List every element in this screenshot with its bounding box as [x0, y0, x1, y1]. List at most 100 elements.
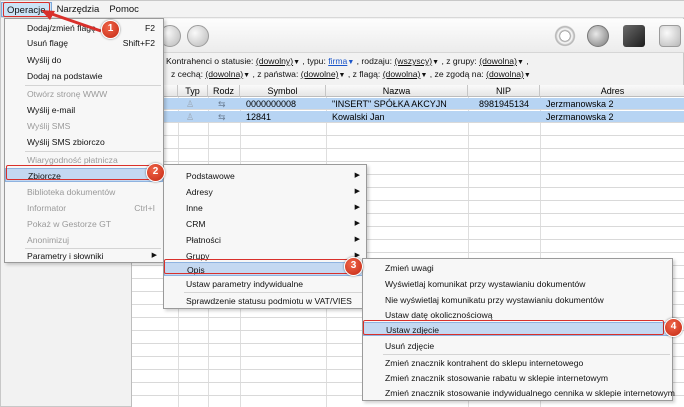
filter-zgoda-value[interactable]: (dowolna) — [486, 69, 524, 79]
column-header-adres[interactable]: Adres — [540, 85, 684, 97]
filter-line-1: Kontrahenci o statusie: (dowolny)▼ , typ… — [166, 56, 529, 66]
dropdown-arrow-icon: ▼ — [420, 72, 428, 79]
opis-item-nie-wyswietlaj-komunikatu[interactable]: Nie wyświetlaj komunikatu przy wystawian… — [363, 293, 672, 307]
filter-status-label: Kontrahenci o statusie: — [166, 56, 254, 66]
cell-nazwa: "INSERT" SPÓŁKA AKCYJN — [332, 99, 447, 109]
submenu-item-podstawowe[interactable]: Podstawowe ▶ — [164, 169, 366, 183]
eraser-icon[interactable] — [659, 25, 681, 47]
filter-rodzaj-label: , rodzaju: — [356, 56, 393, 66]
callout-badge-3: 3 — [344, 257, 363, 276]
submenu-item-inne[interactable]: Inne ▶ — [164, 201, 366, 215]
menu-item-wyslij-sms-zbiorczo[interactable]: Wyślij SMS zbiorczo — [5, 135, 163, 149]
menu-item-otworz-www[interactable]: Otwórz stronę WWW — [5, 87, 163, 101]
column-header-rodz[interactable]: Rodz — [208, 85, 240, 97]
opis-item-wyswietlaj-komunikat[interactable]: Wyświetlaj komunikat przy wystawianiu do… — [363, 277, 672, 291]
submenu-arrow-icon: ▶ — [354, 220, 360, 227]
opis-item-znacznik-rabat[interactable]: Zmień znacznik stosowanie rabatu w sklep… — [363, 371, 672, 385]
menu-narzedzia[interactable]: Narzędzia — [52, 2, 105, 17]
filter-typ-label: , typu: — [302, 56, 326, 66]
menu-item-anonimizuj[interactable]: Anonimizuj — [5, 233, 163, 247]
table-row[interactable] — [132, 137, 684, 149]
globe-icon[interactable] — [587, 25, 609, 47]
filter-grupa-label: , z grupy: — [441, 56, 477, 66]
highlight-operacje — [3, 2, 50, 17]
table-row[interactable] — [132, 150, 684, 162]
menu-item-wyslij-email[interactable]: Wyślij e-mail — [5, 103, 163, 117]
filter-rodzaj-value[interactable]: (wszyscy) — [394, 56, 432, 66]
operacje-menu: Dodaj/zmień flagę F2 Usuń flagę Shift+F2 W… — [4, 18, 164, 263]
cell-symbol: 12841 — [246, 112, 272, 122]
menu-item-wyslij-sms[interactable]: Wyślij SMS — [5, 119, 163, 133]
menu-item-informator[interactable]: Informator Ctrl+I — [5, 201, 163, 215]
box-icon[interactable] — [623, 25, 645, 47]
column-header-symbol[interactable]: Symbol — [240, 85, 326, 97]
menu-separator — [25, 151, 161, 152]
cell-nazwa: Kowalski Jan — [332, 112, 385, 122]
callout-badge-2: 2 — [146, 163, 165, 182]
opis-item-zmien-uwagi[interactable]: Zmień uwagi — [363, 261, 672, 275]
filter-flaga-value[interactable]: (dowolna) — [383, 69, 421, 79]
menu-item-biblioteka[interactable]: Biblioteka dokumentów — [5, 185, 163, 199]
opis-item-usun-zdjecie[interactable]: Usuń zdjęcie — [363, 339, 672, 353]
highlight-ustaw-zdjecie — [363, 320, 664, 335]
filter-status-value[interactable]: (dowolny) — [256, 56, 293, 66]
menu-separator — [383, 354, 670, 355]
edit-icon[interactable] — [187, 25, 209, 47]
menu-item-dodaj-na-podstawie[interactable]: Dodaj na podstawie — [5, 69, 163, 83]
highlight-zbiorcze — [6, 165, 159, 180]
loading-icon[interactable] — [554, 25, 576, 47]
filter-zgoda-label: , ze zgodą na: — [429, 69, 484, 79]
column-header-typ[interactable]: Typ — [178, 85, 208, 97]
arrows-icon: ⇆ — [218, 99, 226, 109]
grid-header: S Typ Rodz Symbol Nazwa NIP Adres — [132, 85, 684, 97]
submenu-item-adresy[interactable]: Adresy ▶ — [164, 185, 366, 199]
menu-item-pokaz-gestor[interactable]: Pokaż w Gestorze GT — [5, 217, 163, 231]
submenu-item-ustaw-parametry[interactable]: Ustaw parametry indywidualne — [164, 277, 366, 291]
filter-panstwo-value[interactable]: (dowolne) — [301, 69, 339, 79]
submenu-item-platnosci[interactable]: Płatności ▶ — [164, 233, 366, 247]
toolbar — [131, 19, 684, 53]
menu-item-dodaj-flage[interactable]: Dodaj/zmień flagę F2 — [5, 21, 163, 35]
arrows-icon: ⇆ — [218, 112, 226, 122]
filter-typ-value[interactable]: firma — [328, 56, 347, 66]
table-row[interactable]: ♙ ⇆ 12841 Kowalski Jan Jerzmanowska 2 — [132, 111, 684, 123]
menu-item-parametry[interactable]: Parametry i słowniki ▶ — [5, 249, 163, 263]
menu-separator — [184, 292, 364, 293]
submenu-arrow-icon: ▶ — [151, 252, 157, 259]
submenu-arrow-icon: ▶ — [354, 204, 360, 211]
opis-item-znacznik-sklep[interactable]: Zmień znacznik kontrahent do sklepu inte… — [363, 356, 672, 370]
filter-line1-suffix: , — [526, 56, 529, 66]
filter-panstwo-label: , z państwa: — [252, 69, 299, 79]
submenu-arrow-icon: ▶ — [354, 188, 360, 195]
dropdown-arrow-icon: ▼ — [293, 59, 301, 66]
submenu-arrow-icon: ▶ — [354, 236, 360, 243]
highlight-opis — [164, 259, 356, 274]
table-row[interactable] — [132, 124, 684, 136]
menu-bar: Operacje Narzędzia Pomoc — [1, 1, 684, 18]
column-header-nazwa[interactable]: Nazwa — [326, 85, 468, 97]
column-header-nip[interactable]: NIP — [468, 85, 540, 97]
cell-nip: 8981945134 — [479, 99, 530, 109]
menu-item-usun-flage[interactable]: Usuń flagę Shift+F2 — [5, 36, 163, 50]
callout-badge-4: 4 — [664, 318, 683, 337]
menu-separator — [25, 85, 161, 86]
filter-cecha-value[interactable]: (dowolna) — [205, 69, 243, 79]
filter-cecha-label: z cechą: — [171, 69, 204, 79]
submenu-item-crm[interactable]: CRM ▶ — [164, 217, 366, 231]
filter-line-2: z cechą: (dowolna)▼ , z państwa: (dowoln… — [171, 69, 531, 79]
submenu-arrow-icon: ▶ — [354, 172, 360, 179]
opis-item-znacznik-cennik[interactable]: Zmień znacznik stosowanie indywidualnego… — [363, 386, 675, 400]
dropdown-arrow-icon: ▼ — [432, 59, 440, 66]
menu-item-wyslij-do[interactable]: Wyślij do — [5, 53, 163, 67]
submenu-item-vat-vies[interactable]: Sprawdzenie statusu podmiotu w VAT/VIES — [164, 294, 366, 308]
zbiorcze-submenu: Podstawowe ▶ Adresy ▶ Inne ▶ CRM ▶ Płatności… — [163, 164, 367, 309]
table-row[interactable]: ♙ ⇆ 0000000008 "INSERT" SPÓŁKA AKCYJN 89… — [132, 98, 684, 110]
cell-nip — [477, 111, 479, 123]
person-icon: ♙ — [186, 99, 195, 109]
filter-flaga-label: , z flagą: — [347, 69, 381, 79]
filter-grupa-value[interactable]: (dowolna) — [479, 56, 517, 66]
dropdown-arrow-icon: ▼ — [347, 59, 355, 66]
cell-adres: Jerzmanowska 2 — [546, 112, 614, 122]
menu-pomoc[interactable]: Pomoc — [104, 2, 144, 17]
dropdown-arrow-icon: ▼ — [516, 59, 524, 66]
